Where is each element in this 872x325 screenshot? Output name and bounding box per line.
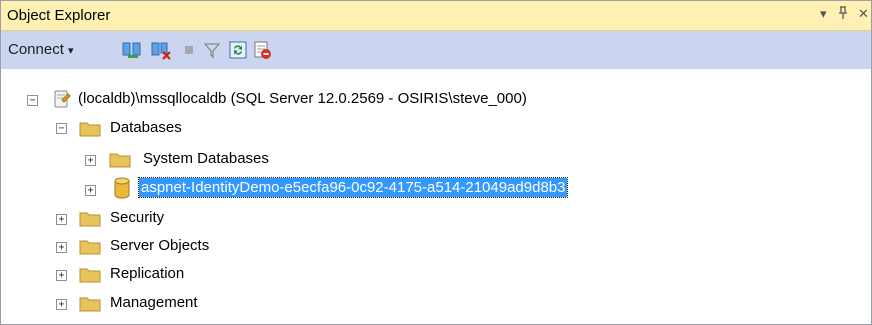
server-objects-label: Server Objects [110,237,210,254]
refresh-icon[interactable] [228,40,248,60]
connect-icon[interactable] [122,40,142,60]
tree-node-databases[interactable]: − Databases [1,115,871,141]
server-label: (localdb)\mssqllocaldb (SQL Server 12.0.… [78,90,527,107]
tree-node-security[interactable]: + Security [1,205,871,231]
system-databases-label: System Databases [143,150,269,167]
collapse-toggle[interactable]: − [56,123,67,134]
folder-icon [79,119,101,141]
tree-node-user-database[interactable]: + aspnet-IdentityDemo-e5ecfa96-0c92-4175… [1,175,871,201]
security-label: Security [110,209,165,226]
folder-icon [79,237,101,259]
expand-toggle[interactable]: + [85,185,96,196]
tree-node-management[interactable]: + Management [1,290,871,316]
filter-icon[interactable] [202,40,222,60]
user-database-label: aspnet-IdentityDemo-e5ecfa96-0c92-4175-a… [137,177,569,198]
chevron-down-icon: ▾ [68,45,74,57]
connect-label: Connect [8,41,64,58]
window-position-dropdown-icon[interactable]: ▾ [820,6,827,22]
folder-icon [109,150,131,172]
database-icon [113,177,131,203]
panel-title-bar: Object Explorer ▾ ✕ [1,1,871,31]
replication-label: Replication [110,265,185,282]
databases-label: Databases [110,119,182,136]
tree-node-server-objects[interactable]: + Server Objects [1,233,871,259]
object-explorer-toolbar: Connect ▾ [1,31,871,69]
management-label: Management [110,294,198,311]
folder-icon [79,209,101,231]
activity-monitor-icon[interactable] [252,40,272,60]
pin-icon[interactable] [837,6,849,23]
folder-icon [79,294,101,316]
expand-toggle[interactable]: + [56,299,67,310]
folder-icon [79,265,101,287]
collapse-toggle[interactable]: − [27,95,38,106]
tree-node-system-databases[interactable]: + System Databases [1,146,871,172]
expand-toggle[interactable]: + [56,214,67,225]
expand-toggle[interactable]: + [85,155,96,166]
object-explorer-tree: − (localdb)\mssqllocaldb (SQL Server 12.… [1,69,871,324]
close-icon[interactable]: ✕ [858,6,869,22]
expand-toggle[interactable]: + [56,270,67,281]
disconnect-icon[interactable] [151,40,171,60]
expand-toggle[interactable]: + [56,242,67,253]
object-explorer-panel: Object Explorer ▾ ✕ Connect ▾ − (localdb… [0,0,872,325]
tree-node-server[interactable]: − (localdb)\mssqllocaldb (SQL Server 12.… [1,85,871,111]
tree-node-replication[interactable]: + Replication [1,261,871,287]
server-icon [53,89,71,113]
connect-dropdown-button[interactable]: Connect ▾ [8,41,74,58]
panel-title: Object Explorer [7,7,111,24]
stop-icon[interactable] [179,40,199,60]
